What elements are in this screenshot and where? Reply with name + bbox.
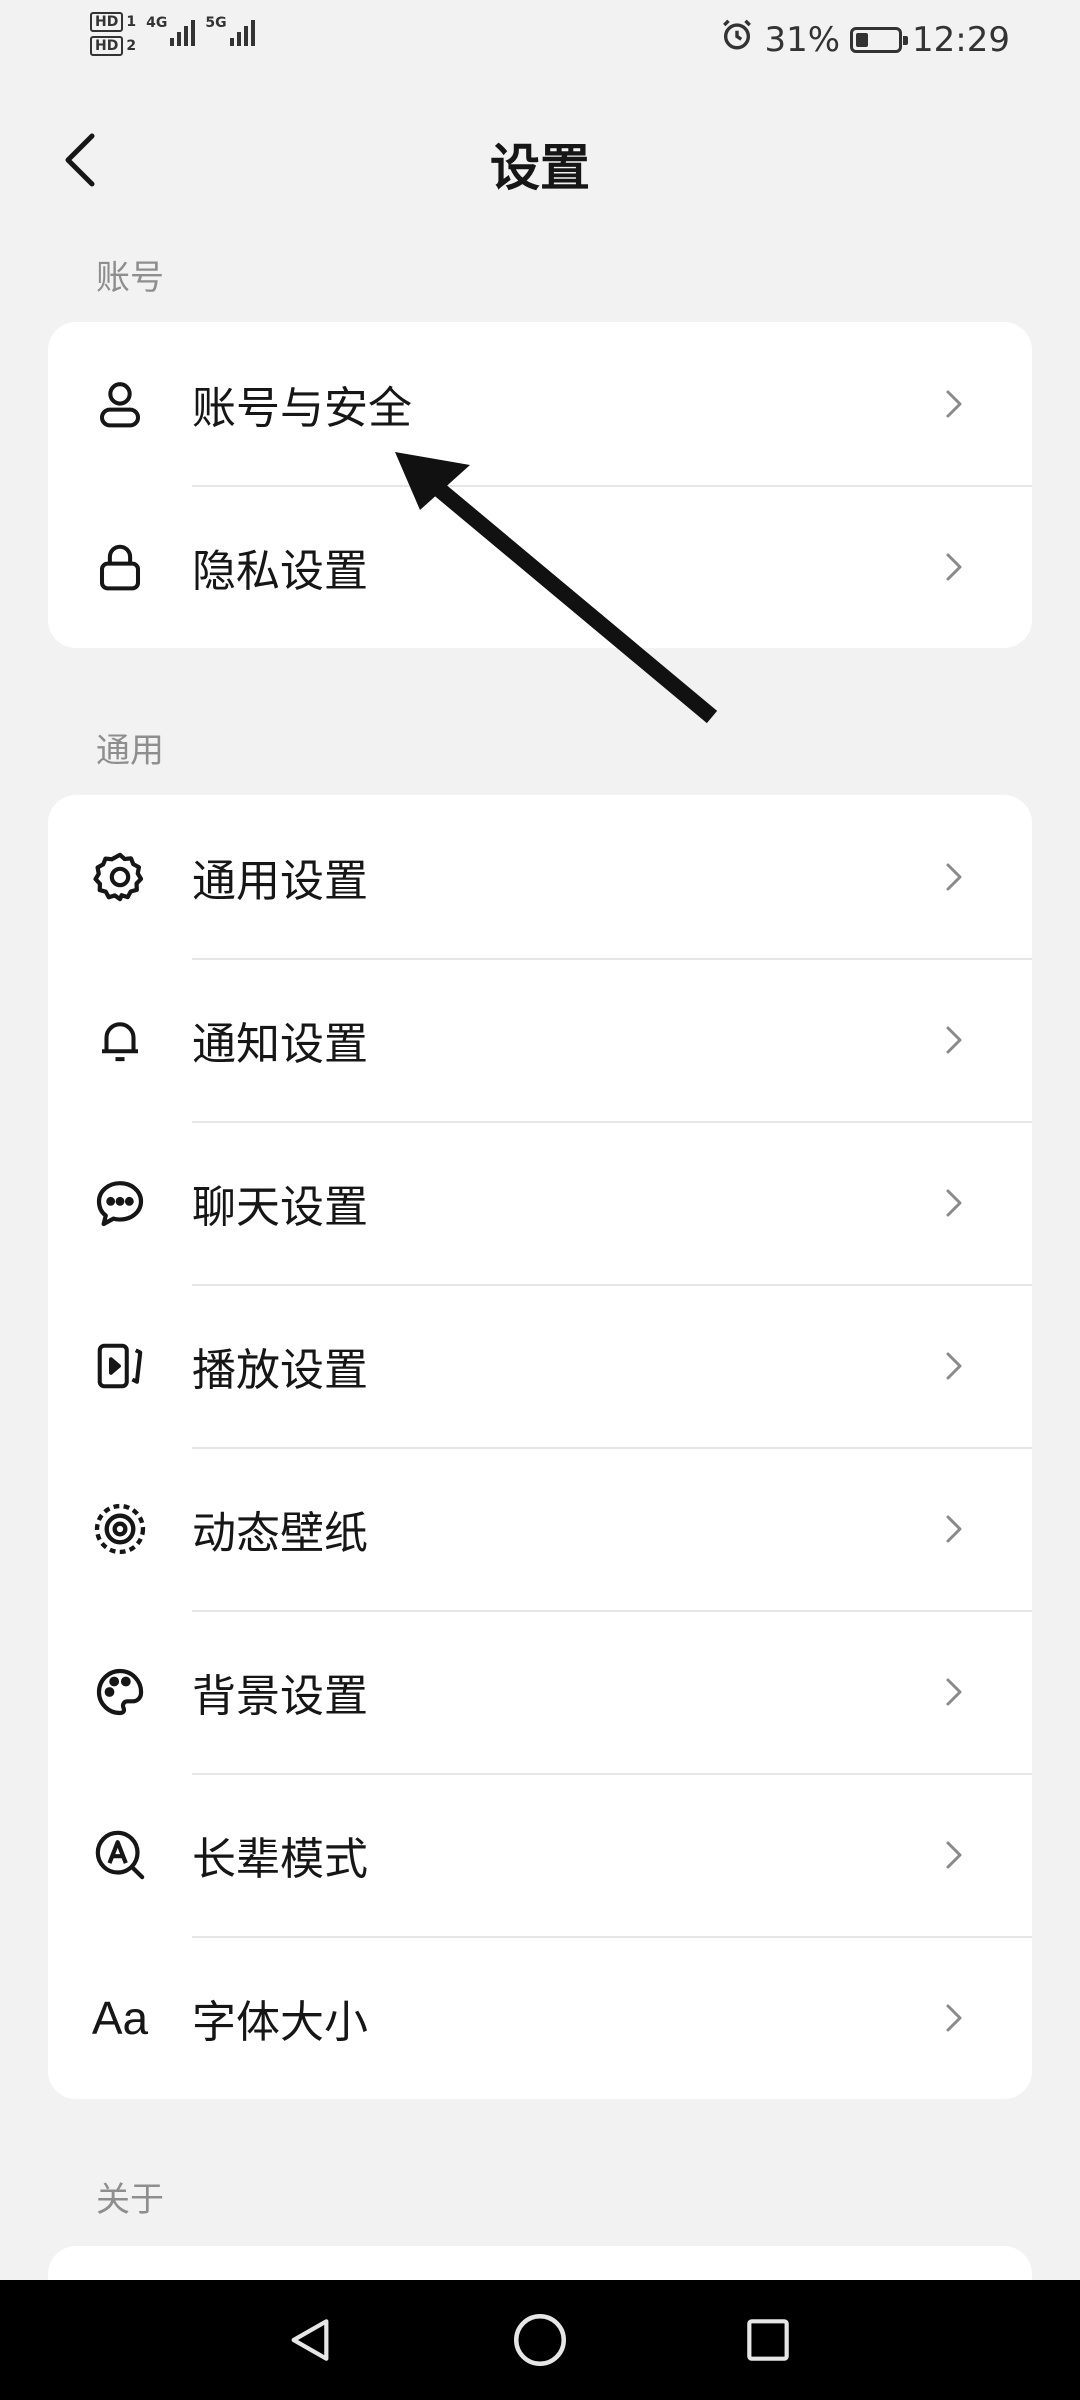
- user-icon: [48, 322, 192, 485]
- bell-icon: [48, 958, 192, 1121]
- row-general-settings[interactable]: 通用设置: [48, 795, 1032, 958]
- network-type-4g: 4G: [146, 15, 168, 31]
- row-elder-mode[interactable]: 长辈模式: [48, 1773, 1032, 1936]
- battery-percent: 31%: [764, 19, 841, 60]
- status-bar-right: 31% 12:29: [720, 18, 1010, 61]
- sim1-indicator: HD 1: [90, 12, 136, 32]
- row-label: 字体大小: [192, 1996, 368, 2048]
- sim2-hd-badge: HD: [90, 36, 124, 56]
- row-privacy-settings[interactable]: 隐私设置: [48, 485, 1032, 648]
- circle-home-icon: [514, 2314, 566, 2366]
- header: 设置: [0, 110, 1080, 210]
- chevron-right-icon: [942, 1185, 1032, 1221]
- account-card: 账号与安全 隐私设置: [48, 322, 1032, 648]
- chevron-right-icon: [942, 859, 1032, 895]
- row-label: 播放设置: [192, 1344, 368, 1396]
- system-nav-bar: [0, 2280, 1080, 2400]
- font-size-icon: Aa: [48, 1936, 192, 2099]
- signal-5g: 5G: [205, 15, 255, 46]
- sim2-indicator: HD 2: [90, 36, 136, 56]
- sim-indicators: HD 1 HD 2: [90, 12, 136, 56]
- page-title: 设置: [490, 139, 590, 197]
- row-background-settings[interactable]: 背景设置: [48, 1610, 1032, 1773]
- signal-4g: 4G: [146, 15, 196, 46]
- status-bar-left: HD 1 HD 2 4G 5G: [90, 12, 255, 56]
- live-wallpaper-icon: [48, 1447, 192, 1610]
- play-screen-icon: [48, 1284, 192, 1447]
- section-label-about: 关于: [96, 2180, 164, 2220]
- nav-home-button[interactable]: [500, 2300, 580, 2380]
- nav-back-button[interactable]: [270, 2300, 350, 2380]
- row-label: 隐私设置: [192, 545, 368, 597]
- chat-bubble-icon: [48, 1121, 192, 1284]
- alarm-icon: [720, 18, 754, 61]
- sim2-number: 2: [126, 38, 137, 54]
- lock-icon: [48, 485, 192, 648]
- elder-mode-icon: [48, 1773, 192, 1936]
- row-label: 长辈模式: [192, 1833, 368, 1885]
- row-label: 动态壁纸: [192, 1507, 368, 1559]
- network-type-5g: 5G: [205, 15, 227, 31]
- row-notification-settings[interactable]: 通知设置: [48, 958, 1032, 1121]
- chevron-right-icon: [942, 1022, 1032, 1058]
- chevron-right-icon: [942, 549, 1032, 585]
- signal-bars-icon: [170, 16, 196, 46]
- font-size-icon-text: Aa: [91, 1991, 149, 2044]
- status-bar: HD 1 HD 2 4G 5G 31% 12:29: [0, 0, 1080, 80]
- clock: 12:29: [912, 19, 1010, 60]
- nav-recents-button[interactable]: [728, 2300, 808, 2380]
- general-card: 通用设置 通知设置 聊天设置 播放设置 动态壁纸 背景设置 长辈模式 Aa 字体…: [48, 795, 1032, 2099]
- row-playback-settings[interactable]: 播放设置: [48, 1284, 1032, 1447]
- row-label: 聊天设置: [192, 1181, 368, 1233]
- section-label-account: 账号: [96, 258, 164, 298]
- sim1-number: 1: [126, 14, 137, 30]
- triangle-back-icon: [291, 2319, 329, 2361]
- chevron-right-icon: [942, 386, 1032, 422]
- row-chat-settings[interactable]: 聊天设置: [48, 1121, 1032, 1284]
- row-label: 账号与安全: [192, 382, 412, 434]
- row-font-size[interactable]: Aa 字体大小: [48, 1936, 1032, 2099]
- row-label: 通知设置: [192, 1018, 368, 1070]
- gear-icon: [48, 795, 192, 958]
- chevron-right-icon: [942, 1511, 1032, 1547]
- section-label-general: 通用: [96, 731, 164, 771]
- sim1-hd-badge: HD: [90, 12, 124, 32]
- palette-icon: [48, 1610, 192, 1773]
- battery-fill: [856, 32, 869, 47]
- chevron-right-icon: [942, 2000, 1032, 2036]
- row-live-wallpaper[interactable]: 动态壁纸: [48, 1447, 1032, 1610]
- chevron-right-icon: [942, 1674, 1032, 1710]
- square-recents-icon: [747, 2319, 789, 2361]
- battery-icon: [850, 26, 909, 53]
- row-account-security[interactable]: 账号与安全: [48, 322, 1032, 485]
- row-label: 背景设置: [192, 1670, 368, 1722]
- signal-bars-icon: [229, 16, 255, 46]
- row-label: 通用设置: [192, 855, 368, 907]
- chevron-right-icon: [942, 1348, 1032, 1384]
- chevron-right-icon: [942, 1837, 1032, 1873]
